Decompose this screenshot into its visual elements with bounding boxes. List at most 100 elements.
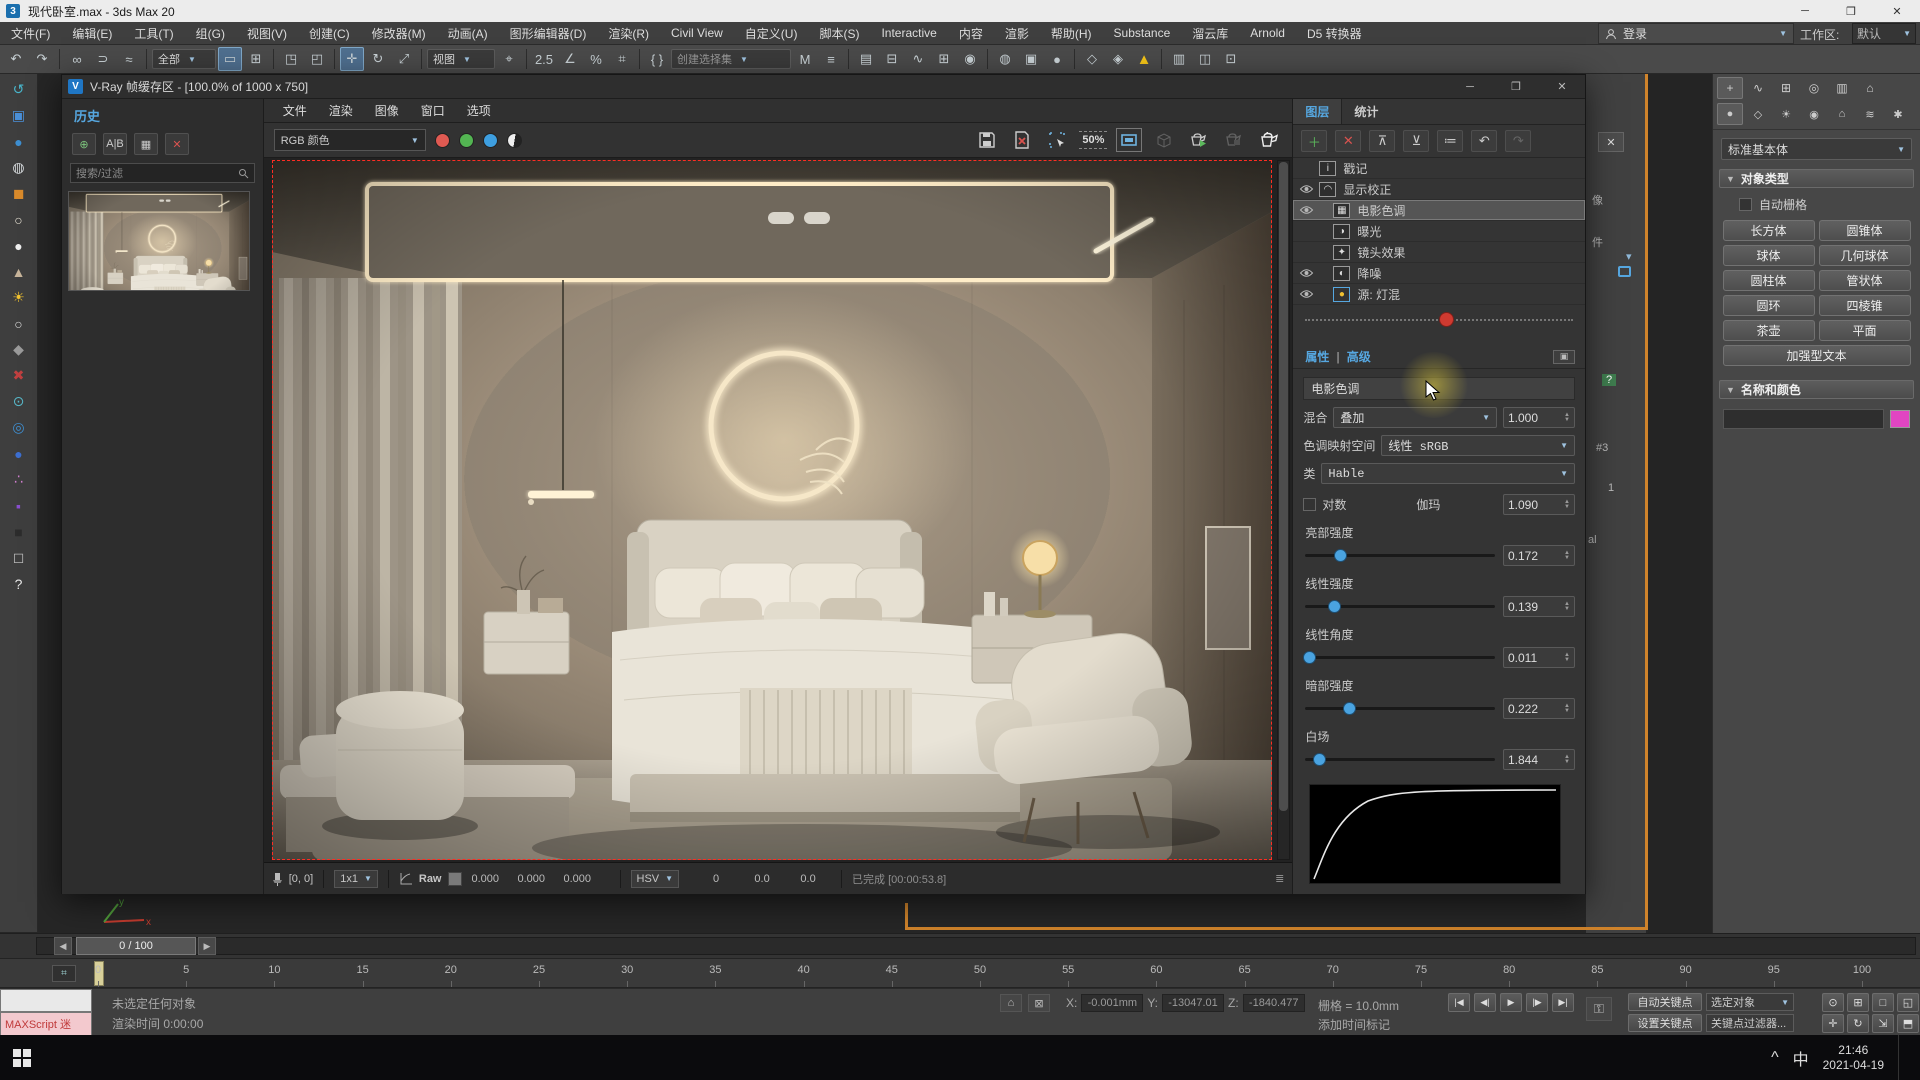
strip-purple-icon[interactable]: ▪ bbox=[6, 494, 32, 517]
render-setup-icon[interactable]: ◍ bbox=[993, 47, 1017, 71]
layers-tab-0[interactable]: 图层 bbox=[1293, 99, 1342, 124]
layer-visibility-icon[interactable] bbox=[1293, 205, 1319, 215]
layer-opacity-knob[interactable] bbox=[1439, 312, 1454, 327]
isolate-toggle-icon[interactable]: ⌂ bbox=[1000, 994, 1022, 1012]
ime-indicator[interactable]: 中 bbox=[1793, 1046, 1809, 1070]
tab-modify-icon[interactable]: ∿ bbox=[1745, 77, 1771, 99]
canvas-vertical-scrollbar[interactable] bbox=[1277, 160, 1290, 860]
strip-diamond-icon[interactable]: ◆ bbox=[6, 338, 32, 361]
vfb-close-button[interactable]: ✕ bbox=[1539, 76, 1585, 98]
taskbar-chevron-icon[interactable]: ^ bbox=[1771, 1049, 1779, 1067]
mini-trackbar-icon[interactable]: ⌗ bbox=[52, 965, 76, 982]
menu-17[interactable]: Substance bbox=[1103, 22, 1182, 45]
strip-sphere-icon[interactable]: ● bbox=[6, 130, 32, 153]
menu-13[interactable]: Interactive bbox=[870, 22, 947, 45]
pivot-icon[interactable]: ⌖ bbox=[497, 47, 521, 71]
vfb-menu-1[interactable]: 渲染 bbox=[320, 102, 362, 119]
load-layers-icon[interactable]: ⊻ bbox=[1403, 130, 1429, 152]
timeline-ruler[interactable]: ⌗ 05101520253035404550556065707580859095… bbox=[0, 958, 1920, 988]
slider-track-3[interactable] bbox=[1305, 707, 1495, 710]
colorspace-dropdown[interactable]: 线性 sRGB▼ bbox=[1381, 435, 1575, 456]
undo-icon[interactable]: ↶ bbox=[4, 47, 28, 71]
scale-icon[interactable]: ⤢ bbox=[392, 47, 416, 71]
viewport-nav-icon-5[interactable]: ↻ bbox=[1847, 1014, 1869, 1033]
layer-visibility-icon[interactable] bbox=[1293, 184, 1319, 194]
channel-dropdown[interactable]: RGB 颜色▼ bbox=[274, 129, 426, 151]
selection-filter-dropdown[interactable]: 全部▼ bbox=[152, 49, 216, 69]
history-delete-icon[interactable]: ✕ bbox=[165, 133, 189, 155]
rendered-frame-icon[interactable]: ▣ bbox=[1019, 47, 1043, 71]
autogrid-checkbox[interactable] bbox=[1739, 198, 1752, 211]
render-region-icon[interactable] bbox=[1221, 128, 1247, 152]
align-icon[interactable]: ≡ bbox=[819, 47, 843, 71]
select-icon[interactable]: ▭ bbox=[218, 47, 242, 71]
layer-row-6[interactable]: ●源: 灯混 bbox=[1293, 284, 1585, 305]
primitive-button-4[interactable]: 圆柱体 bbox=[1723, 270, 1815, 291]
slider-knob-2[interactable] bbox=[1303, 651, 1316, 664]
history-set-icon[interactable]: ▦ bbox=[134, 133, 158, 155]
move-icon[interactable]: ✛ bbox=[340, 47, 364, 71]
save-image-icon[interactable] bbox=[974, 128, 1000, 152]
menu-15[interactable]: 渲影 bbox=[994, 22, 1040, 45]
ribbon-icon[interactable]: ⊟ bbox=[880, 47, 904, 71]
vfb-minimize-button[interactable]: ─ bbox=[1447, 76, 1493, 98]
tab-motion-icon[interactable]: ◎ bbox=[1801, 77, 1827, 99]
layer-manager-icon[interactable]: ▤ bbox=[854, 47, 878, 71]
strip-dark-icon[interactable]: ■ bbox=[6, 520, 32, 543]
slider-track-2[interactable] bbox=[1305, 656, 1495, 659]
workspace-dropdown[interactable]: 默认▼ bbox=[1852, 23, 1916, 44]
link-icon[interactable]: ∞ bbox=[65, 47, 89, 71]
select-by-name-icon[interactable]: ⊞ bbox=[244, 47, 268, 71]
cat-helpers-icon[interactable]: ⌂ bbox=[1829, 103, 1855, 125]
slider-knob-1[interactable] bbox=[1328, 600, 1341, 613]
strip-dots-icon[interactable]: ∴ bbox=[6, 468, 32, 491]
unlink-icon[interactable]: ⊃ bbox=[91, 47, 115, 71]
slider-knob-4[interactable] bbox=[1313, 753, 1326, 766]
notification-button[interactable] bbox=[1898, 1035, 1914, 1080]
cat-systems-icon[interactable]: ✱ bbox=[1885, 103, 1911, 125]
strip-drop-icon[interactable]: ● bbox=[6, 442, 32, 465]
maxscript-listener[interactable]: MAXScript 迷 bbox=[0, 1012, 92, 1036]
vfb-maximize-button[interactable]: ❒ bbox=[1493, 76, 1539, 98]
warning-icon[interactable]: ▲ bbox=[1132, 47, 1156, 71]
cat-shapes-icon[interactable]: ◇ bbox=[1745, 103, 1771, 125]
cat-cameras-icon[interactable]: ◉ bbox=[1801, 103, 1827, 125]
playback-button-3[interactable]: |▶ bbox=[1526, 993, 1548, 1012]
vfb-menu-2[interactable]: 图像 bbox=[366, 102, 408, 119]
render-last-icon[interactable] bbox=[1186, 128, 1212, 152]
clear-image-icon[interactable] bbox=[1009, 128, 1035, 152]
selection-set-dropdown[interactable]: 选定对象▼ bbox=[1706, 993, 1794, 1011]
fit-window-icon[interactable] bbox=[1116, 128, 1142, 152]
layer-row-0[interactable]: i戳记 bbox=[1293, 158, 1585, 179]
primitive-button-8[interactable]: 茶壶 bbox=[1723, 320, 1815, 341]
viewport-nav-icon-0[interactable]: ⊙ bbox=[1822, 993, 1844, 1012]
angle-snap-icon[interactable]: ∠ bbox=[558, 47, 582, 71]
slider-track-0[interactable] bbox=[1305, 554, 1495, 557]
green-channel-icon[interactable] bbox=[459, 133, 474, 148]
playback-button-4[interactable]: ▶| bbox=[1552, 993, 1574, 1012]
playback-button-2[interactable]: ▶ bbox=[1500, 993, 1522, 1012]
primitive-button-6[interactable]: 圆环 bbox=[1723, 295, 1815, 316]
menu-4[interactable]: 视图(V) bbox=[236, 22, 298, 45]
render-icon[interactable]: ● bbox=[1045, 47, 1069, 71]
primitive-button-2[interactable]: 球体 bbox=[1723, 245, 1815, 266]
history-compare-icon[interactable]: A|B bbox=[103, 133, 127, 155]
layer-row-1[interactable]: ◠显示校正 bbox=[1293, 179, 1585, 200]
slider-spinner-2[interactable]: 0.011▲▼ bbox=[1503, 647, 1575, 668]
mirror-icon[interactable]: M bbox=[793, 47, 817, 71]
redo-layer-icon[interactable]: ↷ bbox=[1505, 130, 1531, 152]
menu-8[interactable]: 图形编辑器(D) bbox=[499, 22, 598, 45]
reference-coordinate-dropdown[interactable]: 视图▼ bbox=[427, 49, 495, 69]
snap-icon[interactable]: 2.5 bbox=[532, 47, 556, 71]
primitive-button-5[interactable]: 管状体 bbox=[1819, 270, 1911, 291]
monochrome-icon[interactable] bbox=[507, 133, 522, 148]
zoom-level-badge[interactable]: 50% bbox=[1079, 131, 1107, 149]
menu-10[interactable]: Civil View bbox=[660, 22, 734, 45]
playback-button-0[interactable]: |◀ bbox=[1448, 993, 1470, 1012]
add-layer-icon[interactable]: ＋ bbox=[1301, 130, 1327, 152]
rendered-image[interactable] bbox=[272, 160, 1272, 860]
named-selection-set-field[interactable]: 创建选择集▼ bbox=[671, 49, 791, 69]
history-save-icon[interactable]: ⊕ bbox=[72, 133, 96, 155]
menu-16[interactable]: 帮助(H) bbox=[1040, 22, 1103, 45]
menu-20[interactable]: D5 转换器 bbox=[1296, 22, 1373, 45]
